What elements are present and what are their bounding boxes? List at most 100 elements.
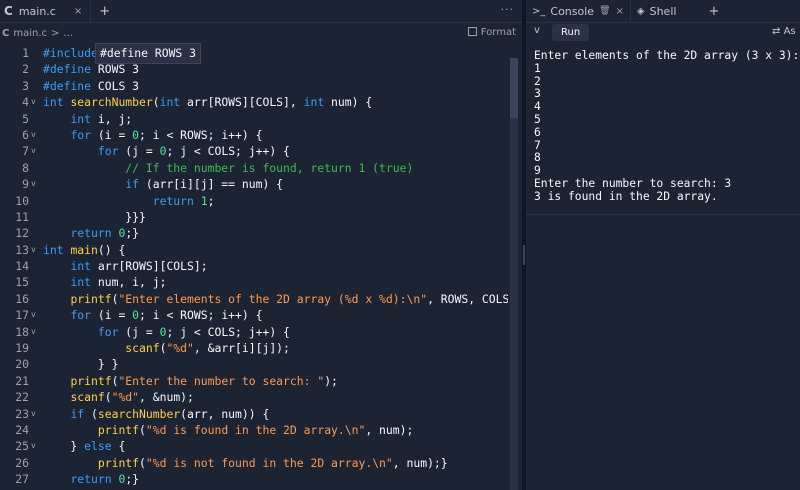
code-line[interactable]: 6v for (i = 0; i < ROWS; i++) { (0, 127, 508, 143)
code-line[interactable]: 21 printf("Enter the number to search: "… (0, 373, 508, 389)
fold-chevron-icon[interactable]: v (31, 406, 39, 422)
code-line[interactable]: 19 scanf("%d", &arr[i][j]); (0, 340, 508, 356)
code-line[interactable]: 8 // If the number is found, return 1 (t… (0, 160, 508, 176)
console-output[interactable]: Enter elements of the 2D array (3 x 3): … (534, 49, 799, 204)
code-token: #define (43, 62, 92, 77)
code-line[interactable]: 10 return 1; (0, 193, 508, 209)
fold-chevron-icon[interactable]: v (31, 143, 39, 159)
code-token: 3 (132, 78, 140, 93)
code-text: } else { (43, 438, 125, 454)
tab-shell-label: Shell (649, 4, 677, 18)
code-text: }}} (43, 209, 146, 225)
code-line[interactable]: 1 #include (0, 45, 508, 61)
chevron-down-icon[interactable]: v (534, 25, 540, 36)
code-line[interactable]: 4 v int searchNumber(int arr[ROWS][COLS], … (0, 94, 508, 110)
code-text: for (i = 0; i < ROWS; i++) { (43, 307, 262, 323)
code-token: (j = (118, 144, 160, 159)
code-line[interactable]: 27 return 0;} (0, 471, 508, 487)
code-line[interactable]: 24 printf("%d is found in the 2D array.\… (0, 422, 508, 438)
code-token: "%d" (111, 390, 140, 405)
tab-shell[interactable]: ◈ Shell (631, 0, 683, 22)
code-line[interactable]: 16 printf("Enter elements of the 2D arra… (0, 291, 508, 307)
trash-icon[interactable]: 🗑 (599, 6, 610, 16)
ask-ai-button[interactable]: ⇄ As (772, 26, 796, 37)
fold-chevron-icon[interactable]: v (31, 176, 39, 192)
code-token: (arr[i][j] == num) { (139, 177, 284, 192)
code-token: ;} (125, 226, 140, 241)
code-token: return (70, 226, 112, 241)
code-token: i, j; (91, 111, 133, 126)
code-token: int (43, 242, 64, 257)
code-text: #include (43, 45, 98, 61)
code-line[interactable]: 26 printf("%d is not found in the 2D arr… (0, 455, 508, 471)
code-token: , ROWS, COLS); (427, 291, 508, 306)
code-line[interactable]: 5 int i, j; (0, 111, 508, 127)
breadcrumb-rest[interactable]: ... (63, 28, 73, 39)
close-icon[interactable]: × (616, 6, 624, 17)
splitter-grip-icon[interactable] (523, 245, 525, 265)
code-line[interactable]: 18 v for (j = 0; j < COLS; j++) { (0, 324, 508, 340)
code-line[interactable]: 17 v for (i = 0; i < ROWS; i++) { (0, 307, 508, 323)
code-line[interactable]: 3 #define COLS 3 (0, 78, 508, 94)
fold-chevron-icon[interactable]: v (31, 127, 39, 143)
code-editor[interactable]: 1 #include 2 #define ROWS 3 3 #define COLS 34… (0, 45, 508, 490)
new-tab-button[interactable]: + (708, 4, 719, 19)
code-text: #define COLS 3 (43, 78, 139, 94)
line-number: 24 (15, 422, 29, 437)
line-number: 3 (22, 78, 29, 93)
line-number: 17 (15, 308, 29, 323)
fold-chevron-icon[interactable]: v (31, 307, 39, 323)
tab-main-c[interactable]: C main.c × (0, 0, 92, 22)
code-token: ( (139, 455, 146, 470)
code-token: ; j < COLS; j++) { (166, 144, 290, 159)
run-button[interactable]: Run (552, 24, 590, 41)
code-token: ; i < ROWS; i++) { (139, 127, 263, 142)
code-token: COLS (91, 78, 133, 93)
code-token: (i = (91, 308, 133, 323)
editor-scrollbar-track[interactable] (510, 58, 518, 490)
code-token: 0 (132, 308, 140, 323)
code-line[interactable]: 12 return 0;} (0, 225, 508, 241)
code-line[interactable]: 9v if (arr[i][j] == num) { (0, 176, 508, 192)
code-line[interactable]: 22 scanf("%d", &num); (0, 389, 508, 405)
fold-chevron-icon[interactable]: v (31, 94, 39, 110)
code-token: } (43, 439, 85, 454)
line-number: 23 (15, 406, 29, 421)
code-token: arr[ROWS][COLS], (180, 95, 304, 110)
code-text: for (i = 0; i < ROWS; i++) { (43, 127, 262, 143)
code-line[interactable]: 13 v int main() { (0, 242, 508, 258)
more-options-icon[interactable]: ··· (501, 3, 515, 16)
code-token: arr[ROWS][COLS]; (91, 259, 208, 274)
code-token: printf (70, 291, 112, 306)
new-tab-button[interactable]: + (99, 4, 110, 19)
line-number: 27 (15, 472, 29, 487)
code-line[interactable]: 15 int num, i, j; (0, 274, 508, 290)
code-line[interactable]: 25 v } else { (0, 438, 508, 454)
editor-scrollbar-thumb[interactable] (510, 58, 518, 118)
close-icon[interactable]: × (74, 6, 82, 17)
code-line[interactable]: 7v for (j = 0; j < COLS; j++) { (0, 143, 508, 159)
code-line[interactable]: 2 #define ROWS 3 (0, 61, 508, 77)
code-line[interactable]: 14 int arr[ROWS][COLS]; (0, 258, 508, 274)
tab-console-label: Console (550, 4, 595, 18)
code-line[interactable]: 23 v if (searchNumber(arr, num)) { (0, 406, 508, 422)
fold-chevron-icon[interactable]: v (31, 242, 39, 258)
breadcrumb-file[interactable]: main.c (13, 28, 47, 39)
tab-console[interactable]: >_ Console 🗑 × (526, 0, 631, 22)
code-text: printf("Enter elements of the 2D array (… (43, 291, 508, 307)
code-token: if (70, 406, 85, 421)
code-token: num, i, j; (91, 275, 167, 290)
line-number: 2 (22, 62, 29, 77)
code-line[interactable]: 11 }}} (0, 209, 508, 225)
line-number: 19 (15, 341, 29, 356)
fold-chevron-icon[interactable]: v (31, 438, 39, 454)
format-button[interactable]: Format (467, 27, 516, 38)
code-line[interactable]: 20 } } (0, 356, 508, 372)
ask-icon: ⇄ (772, 26, 784, 37)
code-token: "Enter the number to search: " (118, 373, 325, 388)
fold-chevron-icon[interactable]: v (31, 324, 39, 340)
